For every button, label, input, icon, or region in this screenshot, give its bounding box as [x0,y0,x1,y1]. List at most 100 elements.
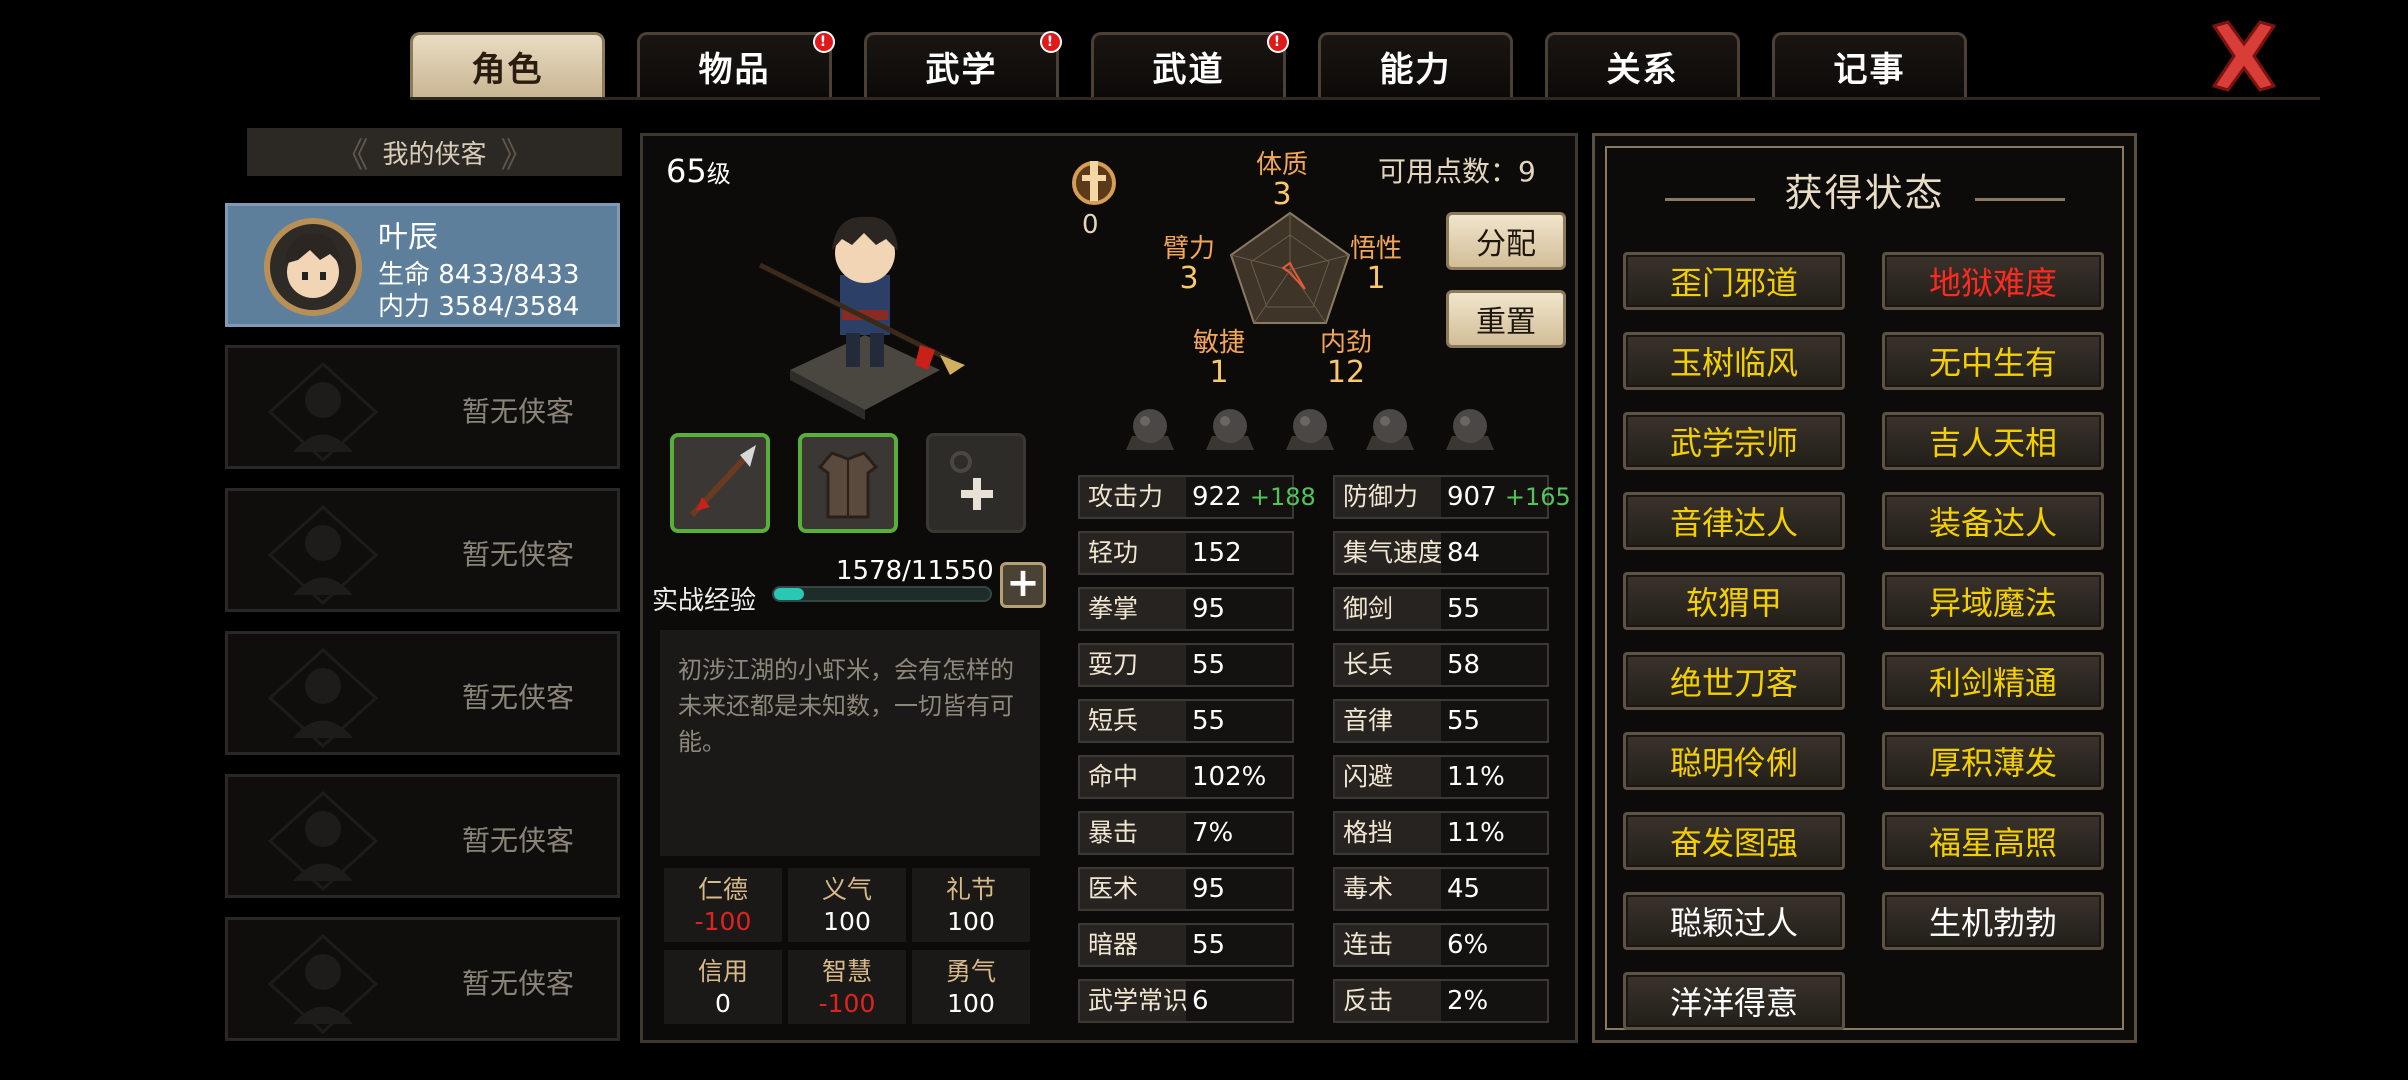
stat-name: 拳掌 [1080,589,1186,629]
allocate-button[interactable]: 分配 [1446,212,1566,270]
stat-row: 防御力 907 +165 [1333,475,1571,519]
stat-value-number: 55 [1192,930,1226,960]
chevron-right-icon[interactable]: 》 [501,128,535,177]
status-item[interactable]: 装备达人 [1882,492,2104,550]
tab-label: 记事 [1833,50,1906,90]
status-title: 获得状态 [1784,171,1945,215]
stat-value: 11% [1447,757,1505,797]
notification-badge: ! [1040,31,1062,53]
exp-label: 实战经验 [652,586,757,616]
rank-icon[interactable] [1066,155,1122,211]
status-item[interactable]: 福星高照 [1882,812,2104,870]
stat-value-number: 6 [1192,986,1209,1016]
stat-name: 防御力 [1335,477,1441,517]
status-item[interactable]: 奋发图强 [1623,812,1845,870]
close-icon[interactable] [2208,18,2280,94]
status-item[interactable]: 厚积薄发 [1882,732,2104,790]
weapon-slot[interactable] [670,433,770,533]
placeholder-silhouette-icon [268,362,378,462]
meridian-orb-icon[interactable] [1202,402,1258,456]
exp-plus-icon[interactable]: + [1000,562,1046,608]
tab-label: 能力 [1379,50,1452,90]
tab-2[interactable]: 武学! [864,31,1062,98]
virtue-name: 信用 [697,957,748,986]
hero-card-empty[interactable]: 暂无侠客 [225,631,620,755]
exp-bar-fill [774,588,804,600]
exp-bar [772,586,992,602]
available-points: 可用点数：9 [1378,155,1536,188]
status-item[interactable]: 洋洋得意 [1623,972,1845,1030]
stat-row: 耍刀 55 [1078,643,1294,687]
tab-label: 关系 [1606,50,1679,90]
status-item[interactable]: 玉树临风 [1623,332,1845,390]
stat-value-number: 55 [1192,706,1226,736]
reset-button[interactable]: 重置 [1446,290,1566,348]
tab-3[interactable]: 武道! [1091,31,1289,98]
status-item[interactable]: 歪门邪道 [1623,252,1845,310]
virtue-cell: 仁德 -100 [664,868,782,942]
tab-label: 武学 [925,50,998,90]
rank-count: 0 [1082,210,1099,240]
status-item[interactable]: 音律达人 [1623,492,1845,550]
hero-card-empty[interactable]: 暂无侠客 [225,488,620,612]
tab-label: 角色 [471,50,544,90]
status-item[interactable]: 聪明伶俐 [1623,732,1845,790]
placeholder-silhouette-icon [268,934,378,1034]
status-item[interactable]: 无中生有 [1882,332,2104,390]
stat-bonus: +188 [1249,483,1316,511]
status-item[interactable]: 软猬甲 [1623,572,1845,630]
status-item[interactable]: 武学宗师 [1623,412,1845,470]
virtue-name: 勇气 [945,957,996,986]
stat-value: 2% [1447,981,1488,1021]
stat-value: 922 +188 [1192,477,1316,517]
add-slot-icon [950,451,993,510]
meridian-orb-icon[interactable] [1362,402,1418,456]
stat-row: 暗器 55 [1078,923,1294,967]
hero-card-empty[interactable]: 暂无侠客 [225,774,620,898]
stat-name: 命中 [1080,757,1186,797]
tab-label: 物品 [698,50,771,90]
virtue-cell: 义气 100 [788,868,906,942]
accessory-slot[interactable] [926,433,1026,533]
stat-name: 攻击力 [1080,477,1186,517]
hero-card-empty[interactable]: 暂无侠客 [225,345,620,469]
hero-card-selected[interactable]: 叶辰 生命 8433/8433 内力 3584/3584 [225,203,620,327]
list-header: 《 我的侠客 》 [247,128,622,176]
status-item[interactable]: 绝世刀客 [1623,652,1845,710]
armor-slot[interactable] [798,433,898,533]
tab-5[interactable]: 关系 [1545,32,1740,98]
meridian-orb-icon[interactable] [1282,402,1338,456]
empty-slot-label: 暂无侠客 [461,538,574,571]
stat-row: 连击 6% [1333,923,1549,967]
meridian-orb-icon[interactable] [1122,402,1178,456]
avatar [264,218,362,316]
tab-0[interactable]: 角色 [410,32,605,98]
stat-value-number: 95 [1192,594,1226,624]
stat-row: 暴击 7% [1078,811,1294,855]
stat-row: 御剑 55 [1333,587,1549,631]
stat-name: 御剑 [1335,589,1441,629]
attribute-radar [1229,211,1351,324]
status-item[interactable]: 生机勃勃 [1882,892,2104,950]
status-item[interactable]: 利剑精通 [1882,652,2104,710]
virtue-value: -100 [818,989,876,1018]
status-item[interactable]: 异域魔法 [1882,572,2104,630]
attr-constitution: 体质 3 [1256,150,1309,212]
status-item[interactable]: 地狱难度 [1882,252,2104,310]
meridian-orb-icon[interactable] [1442,402,1498,456]
tab-6[interactable]: 记事 [1772,32,1967,98]
stat-value-number: 95 [1192,874,1226,904]
status-item[interactable]: 吉人天相 [1882,412,2104,470]
tab-4[interactable]: 能力 [1318,32,1513,98]
placeholder-silhouette-icon [268,791,378,891]
stat-value-number: 922 [1192,482,1242,512]
chevron-left-icon[interactable]: 《 [334,128,368,177]
stat-name: 暴击 [1080,813,1186,853]
placeholder-silhouette-icon [268,505,378,605]
hero-card-empty[interactable]: 暂无侠客 [225,917,620,1041]
status-item[interactable]: 聪颖过人 [1623,892,1845,950]
tab-1[interactable]: 物品! [637,31,835,98]
stat-value-number: 55 [1192,650,1226,680]
stat-row: 音律 55 [1333,699,1549,743]
stat-name: 集气速度 [1335,533,1441,573]
